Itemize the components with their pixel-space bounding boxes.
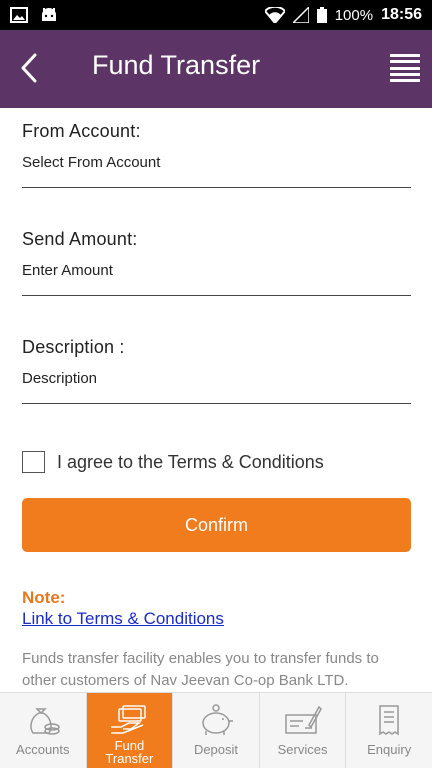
battery-percent: 100% [334, 6, 374, 24]
signal-icon [292, 7, 309, 23]
send-amount-label: Send Amount: [22, 229, 138, 249]
status-bar: 100% 18:56 [0, 0, 432, 30]
app-bar: Fund Transfer [0, 30, 432, 108]
cheque-pen-icon [283, 703, 323, 737]
money-bag-icon [23, 703, 63, 737]
note-label: Note: [22, 588, 66, 607]
nav-label: Services [277, 742, 328, 757]
piggy-bank-icon [196, 703, 236, 737]
confirm-button[interactable]: Confirm [22, 498, 411, 552]
chevron-left-icon [21, 53, 37, 83]
nav-fund-transfer[interactable]: Fund Transfer [86, 693, 174, 768]
bottom-nav: Accounts Fund Transfer Deposit Services … [0, 692, 432, 768]
nav-label: Enquiry [367, 742, 412, 757]
nav-label: Fund Transfer [105, 738, 154, 766]
wifi-icon [264, 7, 285, 23]
nav-deposit[interactable]: Deposit [173, 693, 260, 768]
back-button[interactable] [14, 48, 44, 88]
nav-label: Accounts [16, 742, 70, 757]
amount-input[interactable]: Enter Amount [22, 262, 411, 296]
nav-services[interactable]: Services [260, 693, 347, 768]
image-notification-icon [10, 7, 28, 23]
receipt-icon [369, 703, 409, 737]
description-label: Description : [22, 337, 125, 357]
send-amount-field: Send Amount: Enter Amount [22, 229, 411, 296]
menu-icon [390, 54, 420, 57]
description-field: Description : Description [22, 337, 411, 404]
description-input[interactable]: Description [22, 370, 411, 404]
page-title: Fund Transfer [92, 50, 261, 80]
nav-accounts[interactable]: Accounts [0, 693, 87, 768]
terms-link[interactable]: Link to Terms & Conditions [22, 609, 224, 629]
from-account-field: From Account: Select From Account [22, 121, 411, 188]
battery-icon [316, 7, 327, 23]
from-account-label: From Account: [22, 121, 141, 141]
android-icon [40, 7, 58, 23]
terms-agreement: I agree to the Terms & Conditions [22, 451, 324, 473]
cash-hand-icon [109, 703, 149, 737]
clock: 18:56 [381, 6, 422, 23]
nav-label: Deposit [193, 742, 239, 757]
menu-button[interactable] [390, 54, 420, 82]
nav-enquiry[interactable]: Enquiry [346, 693, 432, 768]
terms-checkbox[interactable] [22, 451, 45, 473]
terms-agreement-label: I agree to the Terms & Conditions [57, 451, 324, 472]
info-text: Funds transfer facility enables you to t… [22, 650, 379, 689]
from-account-select[interactable]: Select From Account [22, 154, 411, 188]
